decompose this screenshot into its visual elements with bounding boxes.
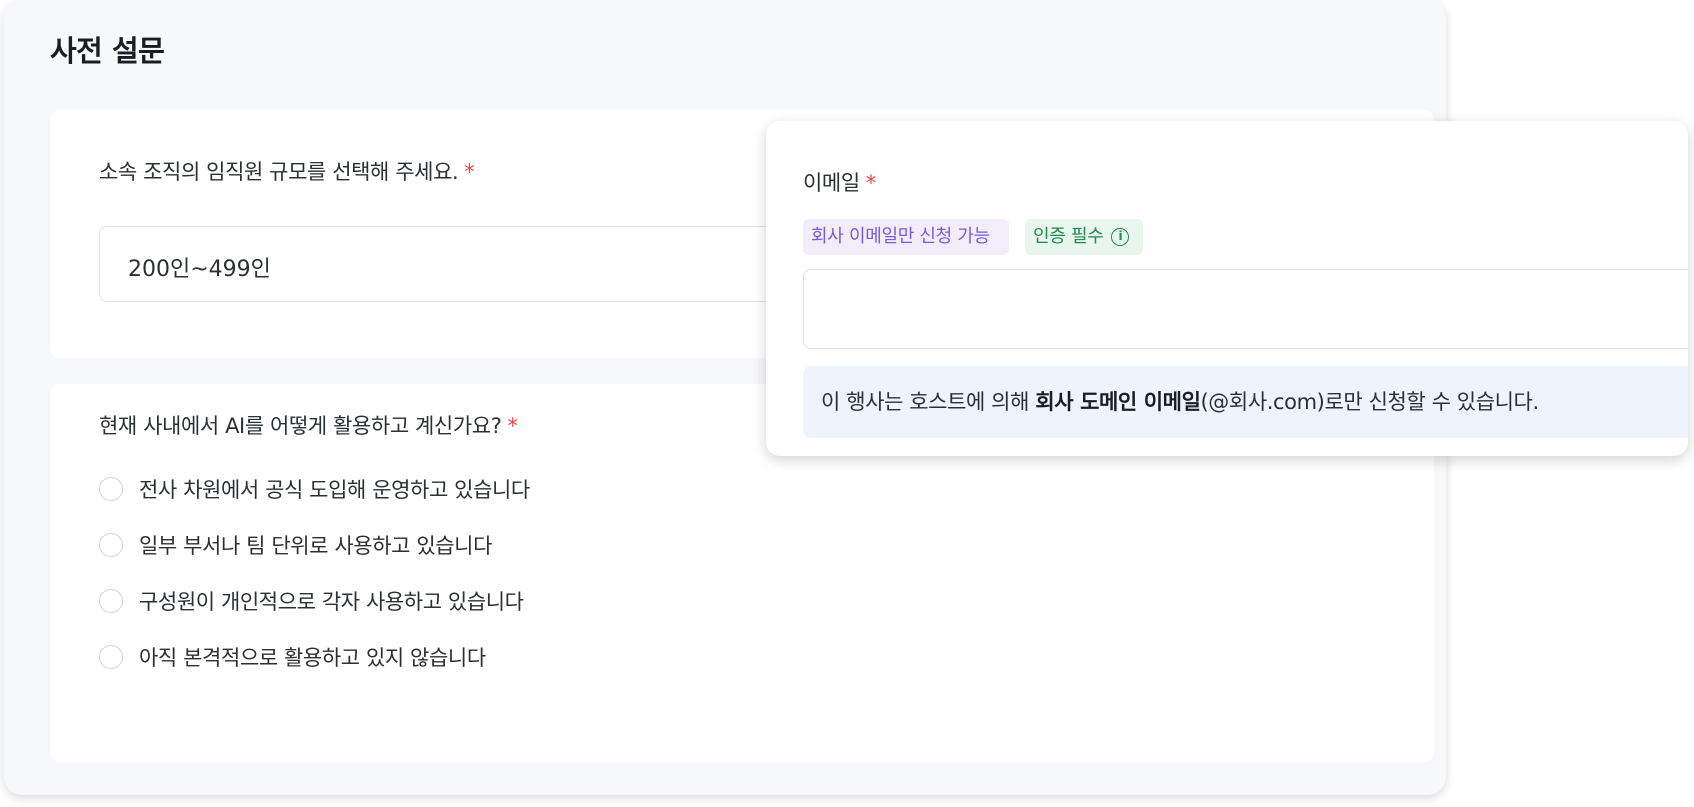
radio-label: 일부 부서나 팀 단위로 사용하고 있습니다 bbox=[139, 534, 493, 558]
verification-required-badge[interactable]: 인증 필수 i bbox=[1025, 219, 1143, 255]
email-input[interactable] bbox=[803, 269, 1688, 349]
radio-button[interactable] bbox=[99, 533, 123, 557]
radio-option-company-wide[interactable]: 전사 차원에서 공식 도입해 운영하고 있습니다 bbox=[99, 474, 530, 504]
notice-suffix: (@회사.com)로만 신청할 수 있습니다. bbox=[1200, 390, 1540, 414]
question-label-text: 현재 사내에서 AI를 어떻게 활용하고 계신가요? bbox=[99, 414, 502, 438]
radio-button[interactable] bbox=[99, 645, 123, 669]
question-label: 소속 조직의 임직원 규모를 선택해 주세요. * bbox=[99, 156, 475, 186]
company-domain-notice: 이 행사는 호스트에 의해 회사 도메인 이메일(@회사.com)로만 신청할 … bbox=[803, 366, 1688, 438]
radio-button[interactable] bbox=[99, 589, 123, 613]
required-mark: * bbox=[464, 160, 475, 184]
required-mark: * bbox=[507, 414, 518, 438]
email-field-card: 이메일 * 회사 이메일만 신청 가능 인증 필수 i 이 행사는 호스트에 의해… bbox=[766, 121, 1688, 456]
radio-option-department[interactable]: 일부 부서나 팀 단위로 사용하고 있습니다 bbox=[99, 530, 492, 560]
notice-prefix: 이 행사는 호스트에 의해 bbox=[821, 390, 1036, 414]
company-email-only-badge: 회사 이메일만 신청 가능 bbox=[803, 219, 1009, 255]
notice-bold: 회사 도메인 이메일 bbox=[1035, 390, 1201, 414]
radio-label: 구성원이 개인적으로 각자 사용하고 있습니다 bbox=[139, 590, 524, 614]
email-label: 이메일 * bbox=[803, 167, 876, 197]
radio-option-individual[interactable]: 구성원이 개인적으로 각자 사용하고 있습니다 bbox=[99, 586, 524, 616]
page-title: 사전 설문 bbox=[50, 34, 165, 68]
radio-label: 전사 차원에서 공식 도입해 운영하고 있습니다 bbox=[139, 478, 530, 502]
question-label-text: 소속 조직의 임직원 규모를 선택해 주세요. bbox=[99, 160, 459, 184]
select-value: 200인~499인 bbox=[128, 257, 271, 282]
required-mark: * bbox=[865, 171, 877, 195]
radio-button[interactable] bbox=[99, 477, 123, 501]
radio-option-not-yet[interactable]: 아직 본격적으로 활용하고 있지 않습니다 bbox=[99, 642, 486, 672]
email-label-text: 이메일 bbox=[803, 171, 860, 195]
radio-label: 아직 본격적으로 활용하고 있지 않습니다 bbox=[139, 646, 486, 670]
verification-badge-text: 인증 필수 bbox=[1033, 226, 1104, 247]
info-icon[interactable]: i bbox=[1111, 228, 1130, 246]
question-label: 현재 사내에서 AI를 어떻게 활용하고 계신가요? * bbox=[99, 410, 518, 440]
